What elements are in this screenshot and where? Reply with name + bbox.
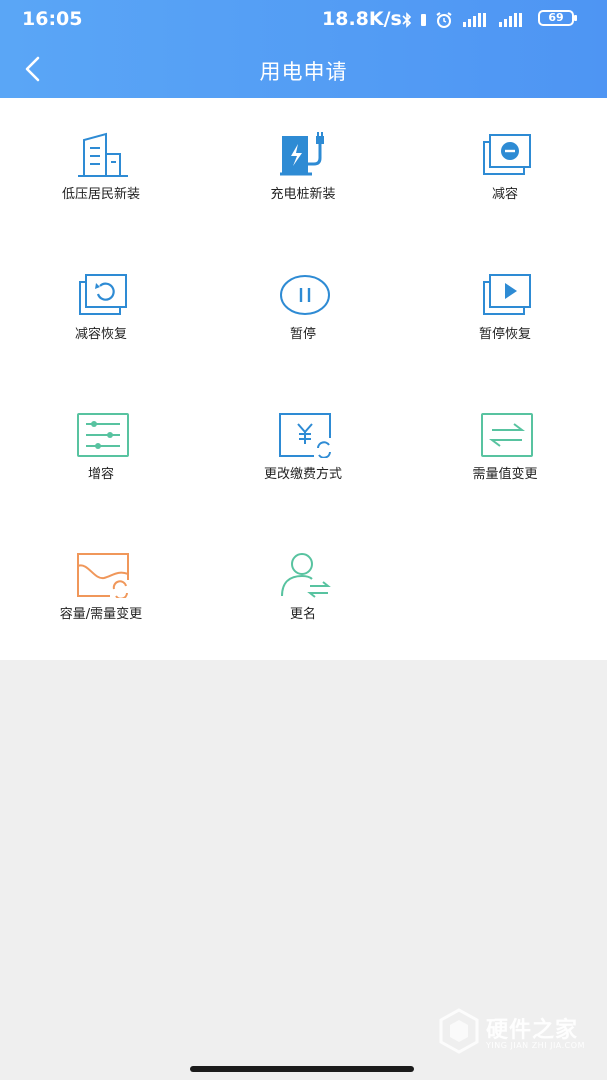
service-low-voltage-resident[interactable]: 低压居民新装	[0, 128, 202, 228]
service-label: 更改缴费方式	[263, 467, 342, 482]
user-swap-icon	[281, 553, 331, 598]
battery-indicator: 69	[538, 10, 577, 26]
service-label: 增容	[87, 467, 114, 482]
service-label: 减容恢复	[74, 327, 127, 342]
service-label: 需量值变更	[472, 467, 538, 482]
home-indicator[interactable]	[190, 1066, 414, 1072]
capacity-restore-icon	[79, 274, 127, 315]
watermark-logo-icon	[439, 1008, 479, 1054]
service-capacity-increase[interactable]: 增容	[0, 408, 202, 508]
service-rename[interactable]: 更名	[202, 548, 404, 648]
header-bar: 16:05 18.8K/s 69 用电申请	[0, 0, 607, 98]
service-change-payment[interactable]: 更改缴费方式	[202, 408, 404, 508]
service-label: 容量/需量变更	[59, 607, 143, 622]
service-pause-restore[interactable]: 暂停恢复	[404, 268, 606, 368]
capacity-reduce-icon	[483, 134, 531, 175]
service-label: 减容	[491, 187, 518, 202]
service-capacity-restore[interactable]: 减容恢复	[0, 268, 202, 368]
service-label: 充电桩新装	[270, 187, 336, 202]
status-icons	[402, 10, 525, 30]
service-charging-pile[interactable]: 充电桩新装	[202, 128, 404, 228]
charging-pile-icon	[280, 132, 324, 176]
play-icon	[483, 274, 531, 315]
bluetooth-icon	[402, 12, 412, 28]
building-icon	[78, 132, 128, 177]
yuan-refresh-icon	[279, 413, 331, 458]
alarm-icon	[436, 12, 452, 28]
service-label: 暂停	[289, 327, 316, 342]
signal-icon	[499, 13, 522, 27]
service-capacity-demand-change[interactable]: 容量/需量变更	[0, 548, 202, 648]
network-speed: 18.8K/s	[322, 8, 402, 30]
sliders-icon	[77, 413, 129, 457]
status-time: 16:05	[22, 8, 83, 30]
signal-icon	[463, 13, 486, 27]
service-panel: 低压居民新装 充电桩新装 减容 减容恢复 暂停 暂停恢复 增容 更改缴费方式 需…	[0, 98, 607, 660]
page-title: 用电申请	[259, 60, 348, 84]
vibrate-icon	[421, 14, 426, 26]
service-capacity-reduce[interactable]: 减容	[404, 128, 606, 228]
watermark-text: 硬件之家	[486, 1018, 579, 1043]
swap-arrows-icon	[481, 413, 533, 457]
wave-refresh-icon	[77, 553, 129, 598]
service-label: 暂停恢复	[478, 327, 531, 342]
service-label: 更名	[289, 607, 316, 622]
service-label: 低压居民新装	[61, 187, 140, 202]
nav-bar: 用电申请	[0, 42, 607, 98]
status-bar: 16:05 18.8K/s 69	[0, 0, 607, 40]
service-demand-change[interactable]: 需量值变更	[404, 408, 606, 508]
pause-icon	[280, 275, 330, 315]
watermark: 硬件之家 YING JIAN ZHI JIA.COM	[438, 1008, 598, 1056]
service-pause[interactable]: 暂停	[202, 268, 404, 368]
watermark-subtext: YING JIAN ZHI JIA.COM	[486, 1041, 585, 1050]
